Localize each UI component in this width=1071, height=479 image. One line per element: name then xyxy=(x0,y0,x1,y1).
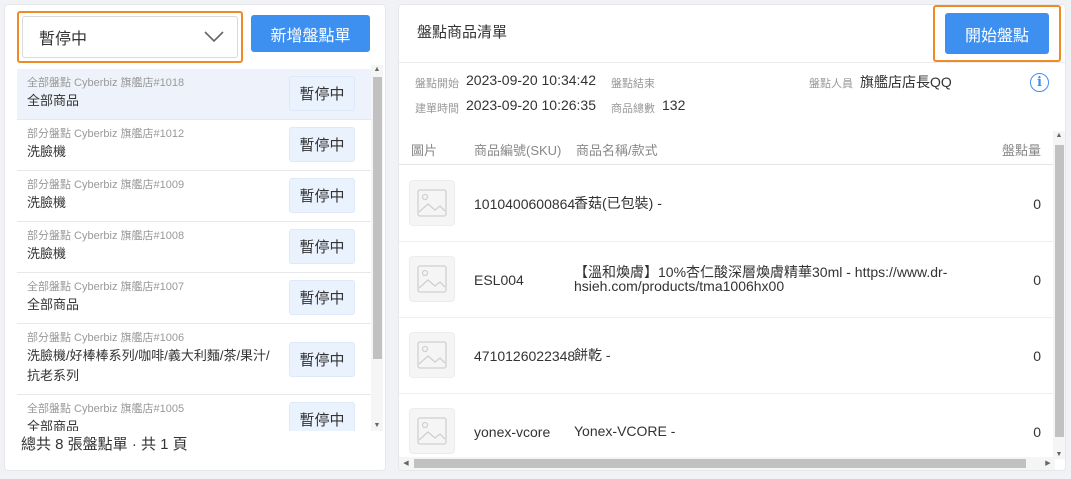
list-item[interactable]: 全部盤點 Cyberbiz 旗艦店#1018 全部商品 暫停中 xyxy=(17,69,371,120)
header-qty: 盤點量 xyxy=(1001,143,1041,158)
start-button-highlight: 開始盤點 xyxy=(933,5,1061,62)
image-placeholder-icon xyxy=(409,332,455,378)
scroll-down-icon[interactable]: ▼ xyxy=(371,422,383,429)
table-horizontal-scrollbar[interactable]: ◀ ▶ xyxy=(399,457,1055,470)
header-name: 商品名稱/款式 xyxy=(576,143,658,158)
staff-label: 盤點人員 xyxy=(809,78,853,90)
scroll-right-icon[interactable]: ▶ xyxy=(1042,459,1054,467)
scroll-up-icon[interactable]: ▲ xyxy=(371,66,383,73)
staff-value: 旗艦店店長QQ xyxy=(860,74,952,90)
row-qty: 0 xyxy=(1033,272,1041,288)
header-image: 圖片 xyxy=(411,143,438,158)
status-filter-select[interactable]: 暫停中 xyxy=(22,16,238,58)
item-name: 全部商品 xyxy=(27,297,80,312)
new-stocktake-button[interactable]: 新增盤點單 xyxy=(251,15,370,52)
paused-status-button[interactable]: 暫停中 xyxy=(289,342,355,377)
list-item[interactable]: 部分盤點 Cyberbiz 旗艦店#1006 洗臉機/好棒棒系列/咖啡/義大利麵… xyxy=(17,324,371,395)
row-name: Yonex-VCORE - xyxy=(574,423,676,439)
table-row[interactable]: 1010400600864 香菇(已包裝) - 0 xyxy=(399,165,1053,242)
paused-status-button[interactable]: 暫停中 xyxy=(289,178,355,213)
item-name: 洗臉機 xyxy=(27,195,67,210)
stocktake-list: 全部盤點 Cyberbiz 旗艦店#1018 全部商品 暫停中 部分盤點 Cyb… xyxy=(17,69,371,431)
row-name: 【溫和煥膚】10%杏仁酸深層煥膚精華30ml - https://www.dr-… xyxy=(574,264,948,294)
table-header: 圖片 商品編號(SKU) 商品名稱/款式 盤點量 xyxy=(399,131,1053,165)
table-row[interactable]: ESL004 【溫和煥膚】10%杏仁酸深層煥膚精華30ml - https://… xyxy=(399,241,1053,318)
row-qty: 0 xyxy=(1033,196,1041,212)
item-name: 全部商品 xyxy=(27,419,80,431)
scroll-left-icon[interactable]: ◀ xyxy=(400,459,412,467)
image-placeholder-icon xyxy=(409,180,455,226)
row-sku: yonex-vcore xyxy=(474,424,551,440)
divider xyxy=(399,62,1065,63)
paused-status-button[interactable]: 暫停中 xyxy=(289,76,355,111)
status-filter-value: 暫停中 xyxy=(39,31,88,48)
paused-status-button[interactable]: 暫停中 xyxy=(289,402,355,431)
total-items-value: 132 xyxy=(662,97,686,113)
stocktake-detail-panel: 盤點商品清單 開始盤點 盤點開始 2023-09-20 10:34:42 盤點結… xyxy=(398,4,1066,471)
row-qty: 0 xyxy=(1033,424,1041,440)
row-qty: 0 xyxy=(1033,348,1041,364)
scroll-up-icon[interactable]: ▲ xyxy=(1053,132,1065,139)
list-item[interactable]: 部分盤點 Cyberbiz 旗艦店#1008 洗臉機 暫停中 xyxy=(17,222,371,273)
start-stocktake-button[interactable]: 開始盤點 xyxy=(945,13,1049,54)
chevron-down-icon xyxy=(204,31,224,43)
row-sku: 1010400600864 xyxy=(474,196,576,212)
table-vertical-scrollbar-thumb[interactable] xyxy=(1055,145,1064,437)
list-item[interactable]: 全部盤點 Cyberbiz 旗艦店#1005 全部商品 暫停中 xyxy=(17,395,371,431)
row-sku: ESL004 xyxy=(474,272,524,288)
end-time-label: 盤點結束 xyxy=(611,78,655,90)
total-items-label: 商品總數 xyxy=(611,103,655,115)
row-name: 餅乾 - xyxy=(574,347,611,363)
stocktake-list-panel: 暫停中 新增盤點單 全部盤點 Cyberbiz 旗艦店#1018 全部商品 暫停… xyxy=(4,4,386,471)
table-horizontal-scrollbar-thumb[interactable] xyxy=(414,459,1026,468)
item-name: 洗臉機 xyxy=(27,144,67,159)
panel-title: 盤點商品清單 xyxy=(417,24,508,41)
row-sku: 4710126022348 xyxy=(474,348,576,364)
start-time-label: 盤點開始 xyxy=(415,78,459,90)
list-item[interactable]: 全部盤點 Cyberbiz 旗艦店#1007 全部商品 暫停中 xyxy=(17,273,371,324)
paused-status-button[interactable]: 暫停中 xyxy=(289,229,355,264)
table-vertical-scrollbar[interactable]: ▲ ▼ xyxy=(1053,131,1065,459)
start-time-value: 2023-09-20 10:34:42 xyxy=(466,72,596,88)
created-time-label: 建單時間 xyxy=(415,103,459,115)
item-name: 全部商品 xyxy=(27,93,80,108)
item-name: 洗臉機/好棒棒系列/咖啡/義大利麵/茶/果汁/抗老系列 xyxy=(27,348,270,383)
table-row[interactable]: 4710126022348 餅乾 - 0 xyxy=(399,317,1053,394)
list-item[interactable]: 部分盤點 Cyberbiz 旗艦店#1012 洗臉機 暫停中 xyxy=(17,120,371,171)
list-item[interactable]: 部分盤點 Cyberbiz 旗艦店#1009 洗臉機 暫停中 xyxy=(17,171,371,222)
row-name: 香菇(已包裝) - xyxy=(574,195,662,211)
image-placeholder-icon xyxy=(409,408,455,454)
created-time-value: 2023-09-20 10:26:35 xyxy=(466,97,596,113)
header-sku: 商品編號(SKU) xyxy=(474,143,562,158)
list-summary: 總共 8 張盤點單 · 共 1 頁 xyxy=(21,436,188,453)
list-scrollbar[interactable]: ▲ ▼ xyxy=(371,65,383,431)
list-scrollbar-thumb[interactable] xyxy=(373,77,382,359)
item-name: 洗臉機 xyxy=(27,246,67,261)
paused-status-button[interactable]: 暫停中 xyxy=(289,280,355,315)
status-filter-highlight: 暫停中 xyxy=(17,11,243,63)
info-icon[interactable]: i xyxy=(1030,73,1049,92)
image-placeholder-icon xyxy=(409,256,455,302)
paused-status-button[interactable]: 暫停中 xyxy=(289,127,355,162)
